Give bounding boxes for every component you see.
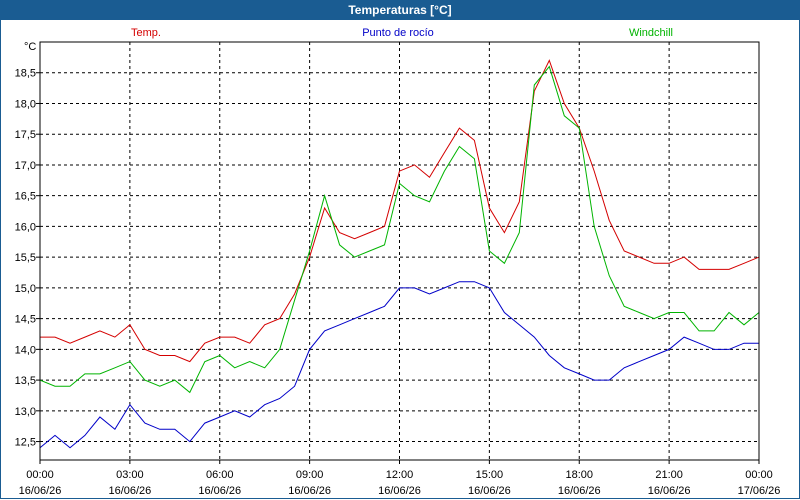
y-tick-label: 16,0 [15,221,36,233]
x-axis-ticks: 00:00 16/06/26 03:00 16/06/26 06:00 16/06/26 0… [19,460,781,497]
grid-lines [40,42,759,460]
x-tick-time-label: 18:00 [565,469,593,481]
y-tick-label: 14,5 [15,314,36,326]
x-tick-date-label: 16/06/26 [468,485,511,497]
legend-item: Temp. [131,27,161,39]
x-tick-time-label: 12:00 [386,469,414,481]
y-tick-label: 18,5 [15,68,36,80]
x-tick-date-label: 16/06/26 [648,485,691,497]
x-tick-time-label: 06:00 [206,469,234,481]
x-tick-date-label: 16/06/26 [19,485,62,497]
x-tick-time-label: 00:00 [745,469,773,481]
x-tick-time-label: 09:00 [296,469,324,481]
y-tick-label: 17,0 [15,160,36,172]
x-tick-date-label: 16/06/26 [378,485,421,497]
y-tick-label: 18,0 [15,98,36,110]
y-tick-label: 12,5 [15,437,36,449]
y-tick-label: 17,5 [15,129,36,141]
y-tick-label: 15,0 [15,283,36,295]
x-tick-time-label: 03:00 [116,469,144,481]
x-tick-date-label: 17/06/26 [738,485,781,497]
legend-item: Punto de rocío [362,27,434,39]
x-tick-date-label: 16/06/26 [198,485,241,497]
x-tick-date-label: 16/06/26 [558,485,601,497]
y-axis-ticks: 12,5 13,0 13,5 14,0 14,5 15,0 15,5 16,0 16,5 17,0… [15,68,40,449]
y-tick-label: 16,5 [15,191,36,203]
y-tick-label: 13,5 [15,375,36,387]
y-axis-unit: °C [24,41,36,53]
x-tick-time-label: 15:00 [476,469,504,481]
x-tick-date-label: 16/06/26 [108,485,151,497]
x-tick-date-label: 16/06/26 [288,485,331,497]
temperature-chart: 12,5 13,0 13,5 14,0 14,5 15,0 15,5 16,0 16,5 17,0… [15,27,781,497]
x-tick-time-label: 00:00 [26,469,54,481]
legend: Temp. Punto de rocío Windchill [131,27,673,39]
y-tick-label: 14,0 [15,344,36,356]
y-tick-label: 13,0 [15,406,36,418]
legend-item: Windchill [629,27,673,39]
y-tick-label: 15,5 [15,252,36,264]
x-tick-time-label: 21:00 [655,469,683,481]
